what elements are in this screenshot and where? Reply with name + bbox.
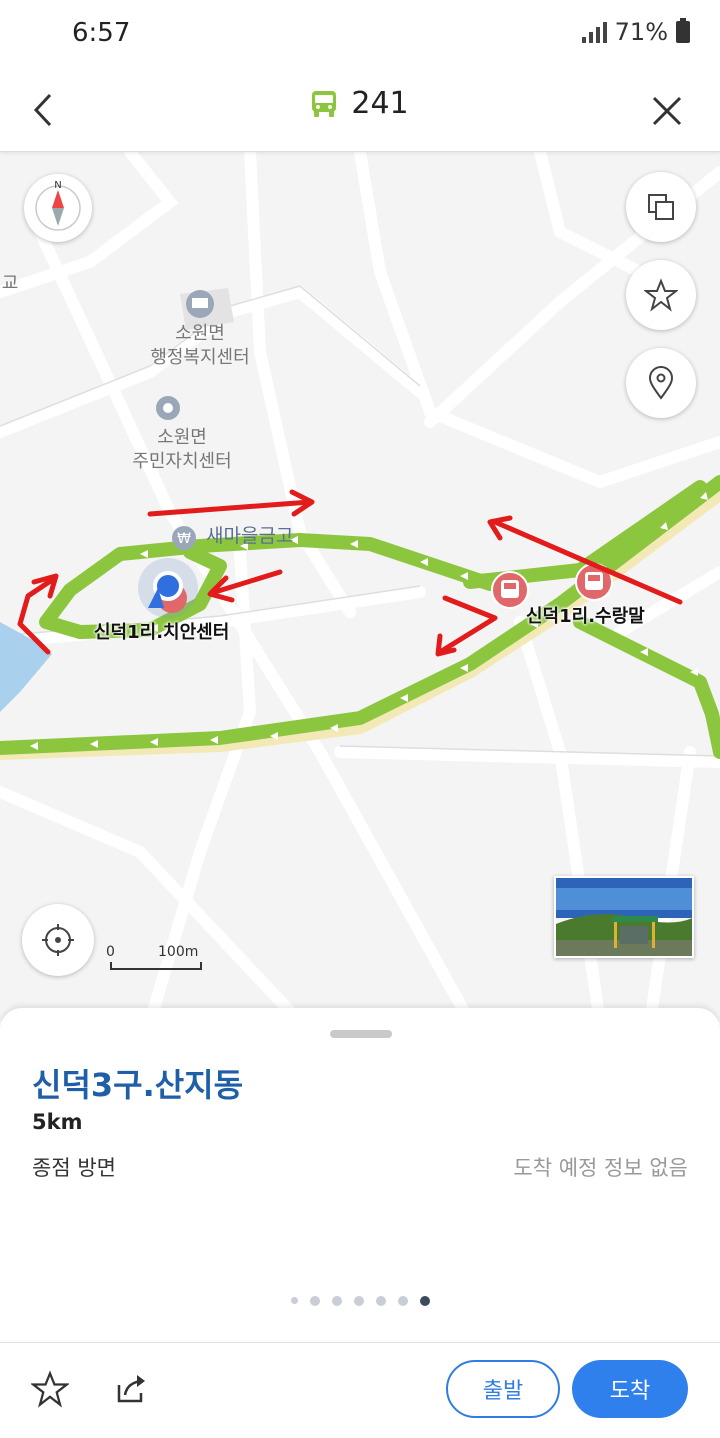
stop-direction: 종점 방면 [32, 1156, 116, 1180]
sheet-drag-handle[interactable] [330, 1030, 392, 1038]
favorite-map-button[interactable] [626, 260, 696, 330]
map-label-saemaeul: 새마을금고 [206, 525, 294, 547]
map-label-resident-center: 소원면 주민자치센터 [132, 427, 232, 472]
page-dot [331, 1296, 342, 1306]
page-indicator [0, 1296, 720, 1306]
arrival-info: 도착 예정 정보 없음 [513, 1156, 688, 1180]
map-label-admin-center: 소원면 행정복지센터 [150, 323, 250, 368]
page-dot [397, 1296, 408, 1306]
close-icon [652, 96, 682, 126]
street-view-thumbnail[interactable] [554, 876, 694, 958]
battery-icon [676, 18, 690, 43]
scale-distance: 100m [158, 944, 199, 960]
status-time: 6:57 [72, 18, 131, 48]
bus-stop-marker-icon [491, 571, 529, 609]
location-pin-icon [648, 366, 674, 400]
svg-text:N: N [54, 180, 61, 191]
place-marker-button[interactable] [626, 348, 696, 418]
route-number: 241 [351, 86, 409, 121]
arrive-button[interactable]: 도착 [572, 1360, 688, 1418]
stop-distance: 5km [32, 1110, 83, 1134]
map-label-partial: 교 [1, 273, 19, 294]
map-scale: 0 100m [106, 944, 236, 974]
street-view-image [556, 878, 692, 956]
layers-button[interactable] [626, 172, 696, 242]
action-bar: 출발 도착 [0, 1344, 720, 1438]
compass-button[interactable]: N [24, 174, 92, 242]
signal-icon [581, 21, 607, 43]
battery-percent: 71% [614, 18, 668, 46]
page-dot [290, 1297, 298, 1304]
share-button[interactable] [108, 1366, 154, 1412]
scale-zero: 0 [106, 944, 115, 960]
crosshair-icon [42, 924, 74, 956]
star-icon [31, 1370, 69, 1408]
share-icon [117, 1375, 145, 1403]
stop-info-sheet: 신덕3구.산지동 5km 종점 방면 도착 예정 정보 없음 출발 도착 [0, 1008, 720, 1438]
compass-icon: N [35, 180, 81, 231]
layers-icon [648, 194, 674, 220]
route-title: 241 [0, 86, 720, 121]
page-dot [309, 1296, 320, 1306]
close-button[interactable] [642, 86, 692, 136]
route-header: 241 [0, 70, 720, 152]
stop-name: 신덕3구.산지동 [32, 1066, 244, 1104]
stop-label-next[interactable]: 신덕1리.수랑말 [526, 602, 645, 628]
scale-bar [110, 962, 202, 970]
my-location-button[interactable] [22, 904, 94, 976]
page-dot [353, 1296, 364, 1306]
svg-text:₩: ₩ [177, 531, 191, 547]
page-dot [375, 1296, 386, 1306]
page-dot-active [419, 1296, 430, 1306]
bus-icon [312, 90, 337, 117]
depart-button[interactable]: 출발 [446, 1360, 560, 1418]
status-bar: 6:57 71% [0, 0, 720, 70]
star-icon [644, 278, 678, 312]
stop-label-current[interactable]: 신덕1리.치안센터 [94, 618, 229, 644]
map-view[interactable]: ₩ 교 소원면 행정복지센터 소원면 주민자치센터 새마을금고 신덕1리.치안센… [0, 152, 720, 1022]
divider [0, 1342, 720, 1343]
map-road-outlines [0, 285, 720, 757]
favorite-button[interactable] [27, 1366, 73, 1412]
